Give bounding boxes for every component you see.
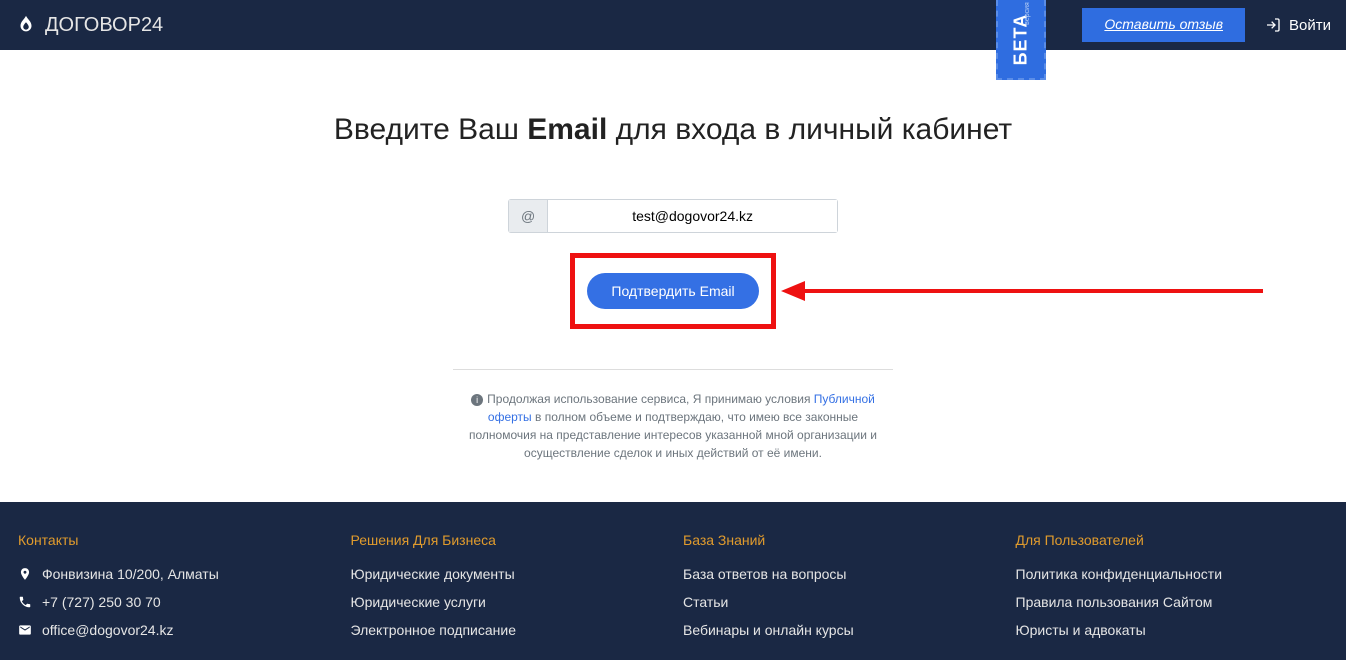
address-text: Фонвизина 10/200, Алматы xyxy=(42,566,219,582)
annotation-arrow xyxy=(781,281,1263,301)
footer-link[interactable]: Правила пользования Сайтом xyxy=(1016,594,1329,610)
flame-icon xyxy=(15,14,37,36)
footer-link[interactable]: Юристы и адвокаты xyxy=(1016,622,1329,638)
beta-sublabel: версия xyxy=(1024,2,1031,25)
arrow-line xyxy=(803,289,1263,293)
footer-users: Для Пользователей Политика конфиденциаль… xyxy=(1016,532,1329,650)
footer-heading-users: Для Пользователей xyxy=(1016,532,1329,548)
logo[interactable]: ДОГОВОР24 xyxy=(15,14,163,37)
map-pin-icon xyxy=(18,567,32,581)
at-icon: @ xyxy=(509,200,548,232)
arrow-head-icon xyxy=(781,281,805,301)
phone-icon xyxy=(18,595,32,609)
feedback-box: Оставить отзыв xyxy=(1082,8,1245,42)
footer-phone: +7 (727) 250 30 70 xyxy=(18,594,331,610)
footer-address: Фонвизина 10/200, Алматы xyxy=(18,566,331,582)
footer-contacts: Контакты Фонвизина 10/200, Алматы +7 (72… xyxy=(18,532,331,650)
footer-heading-contacts: Контакты xyxy=(18,532,331,548)
footer-knowledge: База Знаний База ответов на вопросы Стат… xyxy=(683,532,996,650)
main-content: Введите Ваш Email для входа в личный каб… xyxy=(0,50,1346,502)
footer-link[interactable]: Юридические документы xyxy=(351,566,664,582)
header: ДОГОВОР24 БЕТА версия Оставить отзыв Вой… xyxy=(0,0,1346,50)
info-icon: i xyxy=(471,394,483,406)
envelope-icon xyxy=(18,623,32,637)
email-form: @ Подтвердить Email xyxy=(20,199,1326,329)
header-right: Оставить отзыв Войти xyxy=(1082,8,1331,42)
feedback-link[interactable]: Оставить отзыв xyxy=(1104,16,1223,32)
footer-link[interactable]: База ответов на вопросы xyxy=(683,566,996,582)
title-post: для входа в личный кабинет xyxy=(607,113,1012,146)
disclaimer-text-1: Продолжая использование сервиса, Я прини… xyxy=(487,392,814,406)
email-text: office@dogovor24.kz xyxy=(42,622,173,638)
footer-solutions: Решения Для Бизнеса Юридические документ… xyxy=(351,532,664,650)
page-title: Введите Ваш Email для входа в личный каб… xyxy=(20,110,1326,149)
footer-heading-solutions: Решения Для Бизнеса xyxy=(351,532,664,548)
footer-heading-knowledge: База Знаний xyxy=(683,532,996,548)
login-link[interactable]: Войти xyxy=(1265,17,1331,34)
disclaimer: i Продолжая использование сервиса, Я прин… xyxy=(453,369,893,462)
login-label: Войти xyxy=(1289,17,1331,34)
email-input[interactable] xyxy=(548,200,837,232)
title-pre: Введите Ваш xyxy=(334,113,527,146)
footer-link[interactable]: Политика конфиденциальности xyxy=(1016,566,1329,582)
login-icon xyxy=(1265,17,1281,33)
email-input-group: @ xyxy=(508,199,838,233)
highlight-box: Подтвердить Email xyxy=(570,253,775,329)
footer-link[interactable]: Статьи xyxy=(683,594,996,610)
footer-email: office@dogovor24.kz xyxy=(18,622,331,638)
confirm-email-button[interactable]: Подтвердить Email xyxy=(587,273,758,309)
beta-badge: БЕТА версия xyxy=(996,0,1046,80)
title-bold: Email xyxy=(527,113,607,146)
footer-link[interactable]: Юридические услуги xyxy=(351,594,664,610)
phone-text: +7 (727) 250 30 70 xyxy=(42,594,161,610)
footer-link[interactable]: Электронное подписание xyxy=(351,622,664,638)
footer-link[interactable]: Вебинары и онлайн курсы xyxy=(683,622,996,638)
footer: Контакты Фонвизина 10/200, Алматы +7 (72… xyxy=(0,502,1346,660)
logo-text: ДОГОВОР24 xyxy=(45,14,163,37)
